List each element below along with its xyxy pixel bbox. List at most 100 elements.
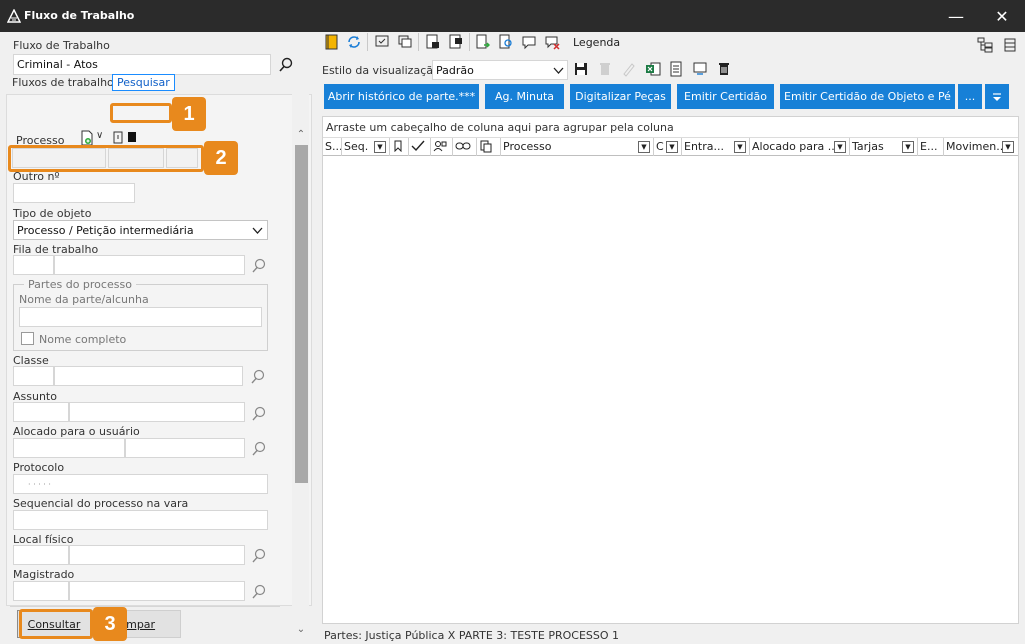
- new-document-icon[interactable]: [79, 130, 95, 146]
- trash-icon[interactable]: [715, 60, 733, 78]
- column-header-entrada[interactable]: Entra... ▼: [682, 138, 750, 156]
- column-header-tarjas[interactable]: Tarjas ▼: [850, 138, 918, 156]
- estilo-label: Estilo da visualização: [322, 64, 440, 77]
- new-item-icon[interactable]: [323, 33, 341, 51]
- nome-completo-label: Nome completo: [39, 333, 127, 346]
- filter-dropdown-icon[interactable]: ▼: [1002, 141, 1014, 153]
- nome-parte-field[interactable]: [19, 307, 262, 327]
- column-header-link[interactable]: [453, 138, 477, 156]
- book-icon[interactable]: [112, 131, 126, 145]
- protocolo-label: Protocolo: [13, 461, 65, 474]
- column-header-check[interactable]: [409, 138, 431, 156]
- emitir-certidao-button[interactable]: Emitir Certidão: [677, 84, 774, 109]
- search-icon[interactable]: [251, 548, 267, 564]
- document-export-icon[interactable]: [474, 33, 492, 51]
- local-name-field[interactable]: [69, 545, 245, 565]
- column-header-seq[interactable]: Seq. ▼: [342, 138, 390, 156]
- scroll-up-icon[interactable]: ⌃: [294, 129, 308, 143]
- filter-dropdown-icon[interactable]: ▼: [734, 141, 746, 153]
- tab-fluxos[interactable]: Fluxos de trabalho: [12, 76, 114, 89]
- tipo-select[interactable]: Processo / Petição intermediária: [13, 220, 268, 240]
- scroll-thumb[interactable]: [295, 145, 308, 483]
- search-icon[interactable]: [251, 584, 267, 600]
- filter-dropdown-icon[interactable]: ▼: [374, 141, 386, 153]
- fila-name-field[interactable]: [54, 255, 245, 275]
- column-header-users[interactable]: [431, 138, 453, 156]
- filter-dropdown-icon[interactable]: ▼: [902, 141, 914, 153]
- comment-icon[interactable]: [520, 33, 538, 51]
- column-header-processo[interactable]: Processo ▼: [501, 138, 654, 156]
- column-header-c[interactable]: C ▼: [654, 138, 682, 156]
- magistrado-code-field[interactable]: [13, 581, 69, 601]
- stop-icon[interactable]: [128, 132, 136, 142]
- excel-icon[interactable]: [644, 60, 662, 78]
- panel-layout-icon[interactable]: [1001, 36, 1019, 54]
- column-header-bookmark[interactable]: [390, 138, 409, 156]
- assunto-code-field[interactable]: [13, 402, 69, 422]
- magistrado-name-field[interactable]: [69, 581, 245, 601]
- document-list-icon[interactable]: [667, 60, 685, 78]
- digitalizar-pecas-button[interactable]: Digitalizar Peças: [570, 84, 671, 109]
- chevron-down-icon[interactable]: ∨: [96, 130, 103, 141]
- window-title: Fluxo de Trabalho: [24, 9, 135, 22]
- protocolo-field[interactable]: · · · · ·: [13, 474, 268, 494]
- status-text: Partes: Justiça Pública X PARTE 3: TESTE…: [324, 629, 620, 642]
- abrir-historico-button[interactable]: Abrir histórico de parte.***: [324, 84, 479, 109]
- classe-name-field[interactable]: [54, 366, 243, 386]
- search-icon[interactable]: [251, 258, 267, 274]
- lock-document-icon[interactable]: [424, 33, 442, 51]
- window-check-icon[interactable]: [373, 33, 391, 51]
- local-code-field[interactable]: [13, 545, 69, 565]
- delete-icon: [600, 63, 610, 75]
- minimize-button[interactable]: —: [933, 0, 979, 32]
- group-by-area[interactable]: Arraste um cabeçalho de coluna aqui para…: [323, 117, 1018, 138]
- callout-box-1: [110, 103, 172, 123]
- column-header-copy[interactable]: [477, 138, 501, 156]
- tab-pesquisar[interactable]: Pesquisar: [112, 74, 175, 91]
- refresh-icon[interactable]: [345, 33, 363, 51]
- windows-icon[interactable]: [396, 33, 414, 51]
- separator: [469, 33, 470, 51]
- outro-field[interactable]: [13, 183, 135, 203]
- fila-code-field[interactable]: [13, 255, 54, 275]
- chevron-down-icon: [252, 227, 263, 234]
- emitir-certidao-objeto-button[interactable]: Emitir Certidão de Objeto e Pé: [780, 84, 955, 109]
- alocado-name-field[interactable]: [125, 438, 245, 458]
- results-grid[interactable]: Arraste um cabeçalho de coluna aqui para…: [322, 116, 1019, 624]
- classe-code-field[interactable]: [13, 366, 54, 386]
- filter-dropdown-icon[interactable]: ▼: [638, 141, 650, 153]
- filter-dropdown-icon[interactable]: ▼: [666, 141, 678, 153]
- filter-dropdown-icon[interactable]: ▼: [834, 141, 846, 153]
- users-icon: [433, 141, 447, 152]
- search-icon[interactable]: [251, 406, 267, 422]
- overflow-menu-button[interactable]: [985, 84, 1009, 109]
- more-button[interactable]: ...: [958, 84, 982, 109]
- chevron-down-icon: [993, 92, 1001, 101]
- edit-icon: [623, 63, 635, 77]
- save-document-icon[interactable]: [447, 33, 465, 51]
- column-header[interactable]: S...: [323, 138, 342, 156]
- search-icon[interactable]: [251, 441, 267, 457]
- save-icon[interactable]: [572, 60, 590, 78]
- comment-delete-icon[interactable]: [543, 33, 561, 51]
- close-button[interactable]: ✕: [979, 0, 1025, 32]
- estilo-select[interactable]: Padrão: [432, 60, 568, 80]
- app-logo-icon: [7, 9, 21, 23]
- column-header-e[interactable]: E...: [918, 138, 944, 156]
- assunto-name-field[interactable]: [69, 402, 245, 422]
- callout-box-3: [19, 609, 93, 639]
- screen-refresh-icon[interactable]: [691, 60, 709, 78]
- check-icon: [411, 140, 425, 152]
- sequencial-label: Sequencial do processo na vara: [13, 497, 189, 510]
- column-header-alocado[interactable]: Alocado para ... ▼: [750, 138, 850, 156]
- legenda-label[interactable]: Legenda: [573, 36, 620, 49]
- column-header-movimento[interactable]: Movimen... ▼: [944, 138, 1018, 156]
- alocado-code-field[interactable]: [13, 438, 125, 458]
- nome-completo-checkbox[interactable]: [21, 332, 34, 345]
- search-icon[interactable]: [250, 369, 266, 385]
- scroll-down-icon[interactable]: ⌄: [294, 624, 308, 638]
- document-search-icon[interactable]: [497, 33, 515, 51]
- sequencial-field[interactable]: [13, 510, 268, 530]
- ag-minuta-button[interactable]: Ag. Minuta: [485, 84, 564, 109]
- tree-view-icon[interactable]: [976, 36, 994, 54]
